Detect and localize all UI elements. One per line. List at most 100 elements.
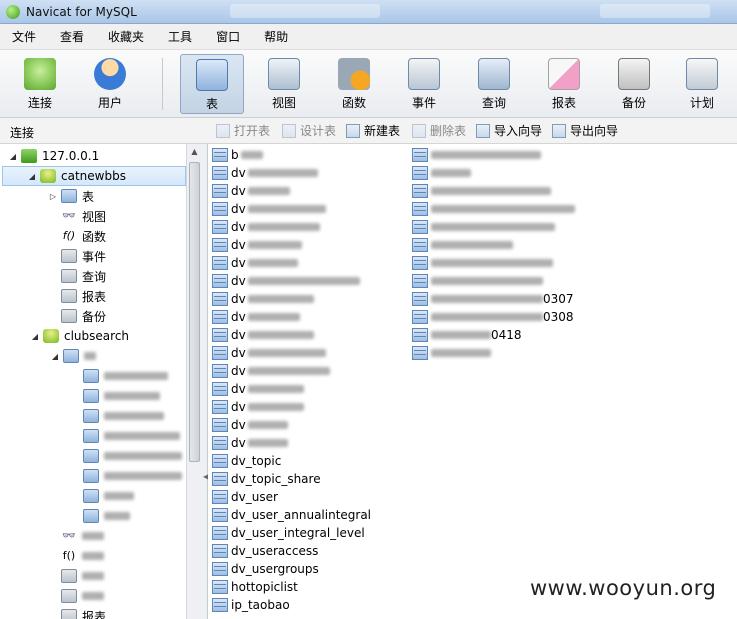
table-list-item[interactable]: 0418 [412,326,522,344]
tree-db-catnewbbs[interactable]: ◢ catnewbbs [2,166,186,186]
toolbar-report-button[interactable]: 报表 [532,54,596,114]
expand-arrow-icon[interactable]: ▷ [48,192,58,201]
blurred-name [431,169,471,177]
tree-item-reports[interactable]: 报表 [58,606,201,619]
table-list-item[interactable]: dv_useraccess [212,542,318,560]
menu-file[interactable]: 文件 [0,28,48,45]
table-list-item[interactable]: dv [212,344,326,362]
table-list-item[interactable]: dv_user [212,488,278,506]
menu-tools[interactable]: 工具 [156,28,204,45]
table-list-item[interactable]: dv [212,218,320,236]
table-list-item[interactable]: dv [212,434,288,452]
table-list-item[interactable]: 0308 [412,308,574,326]
collapse-arrow-icon[interactable]: ◢ [8,152,18,161]
design-table-button[interactable]: 设计表 [282,122,336,139]
table-list-item[interactable]: dv [212,182,290,200]
toolbar-function-button[interactable]: 函数 [322,54,386,114]
table-list-item[interactable]: b [212,146,263,164]
tree-table-row[interactable] [80,486,201,506]
table-list-item[interactable]: dv_user_integral_level [212,524,365,542]
tree-item-blurred[interactable]: ◢ [50,346,201,366]
tree-server-node[interactable]: ◢ 127.0.0.1 [8,146,194,166]
table-list-item[interactable]: dv [212,272,360,290]
table-list-item[interactable]: dv [212,200,326,218]
scroll-up-arrow-icon[interactable]: ▲ [189,146,200,158]
new-table-button[interactable]: 新建表 [346,122,400,139]
toolbar-report-label: 报表 [551,96,576,110]
table-list-item[interactable]: dv [212,236,302,254]
toolbar-user-button[interactable]: 用户 [78,54,142,114]
tree-table-row[interactable] [80,386,201,406]
export-wizard-button[interactable]: 导出向导 [552,122,618,139]
tree-item-queries[interactable]: 查询 [58,266,201,286]
tree-table-row[interactable] [80,426,201,446]
menu-favorites[interactable]: 收藏夹 [96,28,156,45]
table-list-item[interactable] [412,344,491,362]
watermark: www.wooyun.org [530,576,717,600]
scrollbar-thumb[interactable] [189,162,200,462]
collapse-arrow-icon[interactable]: ◢ [50,352,60,361]
menu-help[interactable]: 帮助 [252,28,300,45]
table-list-item[interactable] [412,236,513,254]
table-list-item[interactable]: dv [212,164,318,182]
toolbar-view-button[interactable]: 视图 [252,54,316,114]
tree-item-blurred[interactable]: f() [58,546,201,566]
table-list-item[interactable]: dv [212,416,288,434]
table-list-item[interactable] [412,146,541,164]
design-table-label: 设计表 [300,124,337,138]
tree-item-events[interactable]: 事件 [58,246,201,266]
tree-item-blurred[interactable]: 👓 [58,526,201,546]
toolbar-schedule-button[interactable]: 计划 [670,54,734,114]
table-name: dv [231,328,246,342]
table-list-item[interactable]: dv [212,398,304,416]
tree-table-row[interactable] [80,366,201,386]
toolbar-event-button[interactable]: 事件 [392,54,456,114]
table-list-item[interactable] [412,182,551,200]
tree-item-tables[interactable]: ▷ 表 [48,186,201,206]
table-list-item[interactable]: hottopiclist [212,578,298,596]
toolbar-connection-button[interactable]: 连接 [8,54,72,114]
table-list-item[interactable]: dv [212,308,300,326]
table-icon [212,382,228,396]
delete-table-button[interactable]: 删除表 [412,122,466,139]
table-icon [212,220,228,234]
table-icon [212,346,228,360]
tree-table-row[interactable] [80,506,201,526]
table-list-item[interactable]: dv_topic [212,452,281,470]
menu-view[interactable]: 查看 [48,28,96,45]
table-list-item[interactable]: dv_topic_share [212,470,321,488]
collapse-arrow-icon[interactable]: ◢ [30,332,40,341]
tree-table-row[interactable] [80,406,201,426]
table-list-item[interactable]: ip_taobao [212,596,290,614]
import-wizard-button[interactable]: 导入向导 [476,122,542,139]
tree-item-blurred[interactable] [58,586,201,606]
table-list-item[interactable]: dv [212,380,304,398]
tree-item-functions[interactable]: f() 函数 [58,226,201,246]
tree-item-reports[interactable]: 报表 [58,286,201,306]
tree-item-views[interactable]: 👓 视图 [58,206,201,226]
toolbar-backup-button[interactable]: 备份 [602,54,666,114]
table-list-item[interactable] [412,200,575,218]
table-list-item[interactable] [412,272,543,290]
table-list-item[interactable] [412,164,471,182]
tree-db-clubsearch[interactable]: ◢ clubsearch [30,326,201,346]
table-list-item[interactable]: dv_user_annualintegral [212,506,371,524]
tree-table-row[interactable] [80,466,201,486]
table-list-item[interactable]: dv [212,290,314,308]
tree-item-backups[interactable]: 备份 [58,306,201,326]
table-list-item[interactable]: dv [212,326,314,344]
table-list-item[interactable]: dv [212,362,330,380]
tree-table-row[interactable] [80,446,201,466]
toolbar-query-button[interactable]: 查询 [462,54,526,114]
tree-scrollbar[interactable]: ▲ [186,144,202,619]
tree-item-blurred[interactable] [58,566,201,586]
table-list-item[interactable]: dv [212,254,298,272]
table-list-item[interactable]: dv_usergroups [212,560,319,578]
table-list-item[interactable]: 0307 [412,290,574,308]
menu-window[interactable]: 窗口 [204,28,252,45]
open-table-button[interactable]: 打开表 [216,122,270,139]
collapse-arrow-icon[interactable]: ◢ [27,172,37,181]
table-list-item[interactable] [412,254,553,272]
table-list-item[interactable] [412,218,555,236]
toolbar-table-button[interactable]: 表 [180,54,244,114]
